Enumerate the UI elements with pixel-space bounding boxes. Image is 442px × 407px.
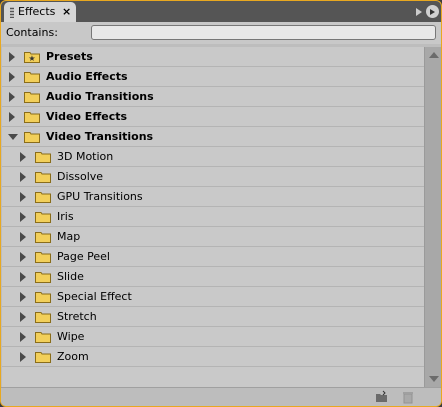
folder-icon <box>35 172 51 183</box>
search-input[interactable] <box>91 25 436 40</box>
new-custom-bin-icon[interactable] <box>375 390 389 404</box>
folder-icon <box>35 192 51 203</box>
tree-item-label: Special Effect <box>57 290 132 303</box>
tree-item[interactable]: Video Effects <box>2 107 424 127</box>
chevron-right-icon[interactable] <box>9 72 15 82</box>
grip-icon[interactable] <box>10 7 14 18</box>
tree-item-label: Presets <box>46 50 93 63</box>
chevron-down-icon[interactable] <box>8 134 18 140</box>
delete-icon[interactable] <box>401 390 415 404</box>
tree-item[interactable]: Zoom <box>2 347 424 367</box>
svg-text:★: ★ <box>28 54 35 63</box>
panel-menu-icon <box>426 5 439 18</box>
folder-icon <box>24 132 40 143</box>
folder-icon <box>35 232 51 243</box>
folder-icon <box>35 292 51 303</box>
folder-icon <box>24 112 40 123</box>
tree-item-label: Slide <box>57 270 84 283</box>
close-icon[interactable]: × <box>62 5 71 18</box>
chevron-right-icon[interactable] <box>9 52 15 62</box>
tree-item[interactable]: Video Transitions <box>2 127 424 147</box>
chevron-right-icon[interactable] <box>20 352 26 362</box>
chevron-right-icon[interactable] <box>9 92 15 102</box>
tree-item[interactable]: ★ Presets <box>2 47 424 67</box>
search-row: Contains: <box>1 22 441 44</box>
folder-icon <box>35 152 51 163</box>
tree-item[interactable]: Special Effect <box>2 287 424 307</box>
tree-item[interactable]: Wipe <box>2 327 424 347</box>
scroll-up-icon[interactable] <box>427 49 440 61</box>
tree-item-label: Wipe <box>57 330 85 343</box>
chevron-right-icon[interactable] <box>9 112 15 122</box>
tree-item-label: Zoom <box>57 350 89 363</box>
folder-icon <box>35 332 51 343</box>
tree-item-label: Video Effects <box>46 110 128 123</box>
tree-item-label: Iris <box>57 210 74 223</box>
search-label: Contains: <box>6 26 58 39</box>
folder-icon <box>24 92 40 103</box>
tree-item[interactable]: Audio Effects <box>2 67 424 87</box>
chevron-right-icon[interactable] <box>20 232 26 242</box>
chevron-right-icon[interactable] <box>20 152 26 162</box>
folder-icon <box>35 212 51 223</box>
tree-item[interactable]: GPU Transitions <box>2 187 424 207</box>
folder-icon <box>35 352 51 363</box>
vertical-scrollbar[interactable] <box>424 47 441 387</box>
tree-item-label: GPU Transitions <box>57 190 143 203</box>
effects-tree: ★ Presets Audio Effects Audio Transitions Vi… <box>2 47 424 387</box>
tree-item-label: Video Transitions <box>46 130 154 143</box>
chevron-right-icon[interactable] <box>20 212 26 222</box>
folder-icon <box>35 312 51 323</box>
chevron-right-icon[interactable] <box>20 292 26 302</box>
chevron-right-icon[interactable] <box>20 272 26 282</box>
presets-folder-icon: ★ <box>24 52 40 63</box>
tree-item[interactable]: Dissolve <box>2 167 424 187</box>
tree-item[interactable]: Map <box>2 227 424 247</box>
folder-icon <box>24 72 40 83</box>
tree-item[interactable]: Page Peel <box>2 247 424 267</box>
panel-menu-button[interactable] <box>415 3 439 20</box>
chevron-right-icon[interactable] <box>20 172 26 182</box>
tree-item-label: Stretch <box>57 310 97 323</box>
scroll-down-icon[interactable] <box>427 373 440 385</box>
tree-item-label: Page Peel <box>57 250 110 263</box>
double-arrow-icon <box>416 7 422 16</box>
tree-item-label: Audio Transitions <box>46 90 154 103</box>
effects-panel: Effects × Contains: ★ Presets Audio Effect… <box>0 0 442 407</box>
folder-icon <box>35 252 51 263</box>
tree-item[interactable]: 3D Motion <box>2 147 424 167</box>
tab-effects-label: Effects <box>18 5 56 18</box>
tree-item[interactable]: Iris <box>2 207 424 227</box>
tree-item[interactable]: Stretch <box>2 307 424 327</box>
tree-item-label: Dissolve <box>57 170 104 183</box>
panel-tab-bar: Effects × <box>1 1 441 22</box>
folder-icon <box>35 272 51 283</box>
chevron-right-icon[interactable] <box>20 332 26 342</box>
chevron-right-icon[interactable] <box>20 192 26 202</box>
tree-item-label: Map <box>57 230 81 243</box>
tree-item-label: 3D Motion <box>57 150 114 163</box>
tree-item[interactable]: Audio Transitions <box>2 87 424 107</box>
tab-effects[interactable]: Effects × <box>4 2 76 22</box>
tree-item-label: Audio Effects <box>46 70 128 83</box>
chevron-right-icon[interactable] <box>20 252 26 262</box>
panel-footer <box>1 387 441 406</box>
chevron-right-icon[interactable] <box>20 312 26 322</box>
tree-item[interactable]: Slide <box>2 267 424 287</box>
